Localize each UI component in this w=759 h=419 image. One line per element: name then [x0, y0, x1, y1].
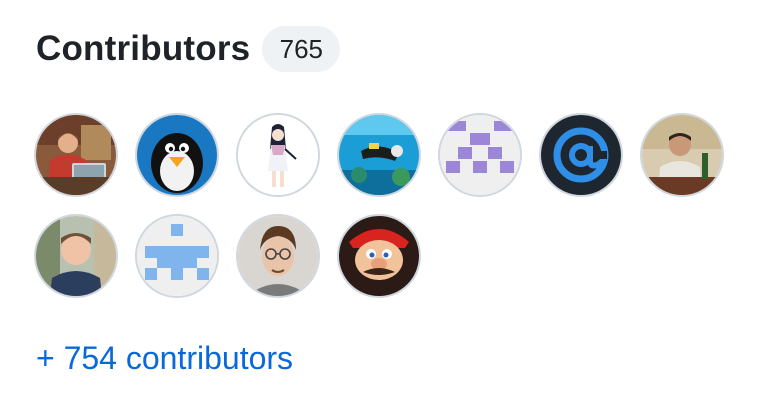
- contributors-header: Contributors 765: [36, 24, 341, 74]
- avatar-photo-kid-laptop[interactable]: [34, 113, 118, 197]
- contributors-title[interactable]: Contributors: [36, 29, 250, 69]
- avatar-identicon-purple[interactable]: [438, 113, 522, 197]
- more-contributors-link[interactable]: + 754 contributors: [36, 340, 293, 377]
- avatar-row: [34, 113, 734, 197]
- avatar-mario[interactable]: [337, 214, 421, 298]
- avatar-row: [34, 214, 734, 298]
- avatar-penguin[interactable]: [135, 113, 219, 197]
- avatar-photo-man-glasses[interactable]: [236, 214, 320, 298]
- avatar-underwater-diver[interactable]: [337, 113, 421, 197]
- avatar-photo-man-table[interactable]: [640, 113, 724, 197]
- avatar-anime-character[interactable]: [236, 113, 320, 197]
- avatar-photo-man-smiling[interactable]: [34, 214, 118, 298]
- avatar-grid: [34, 113, 734, 315]
- contributors-count-badge: 765: [262, 26, 341, 72]
- avatar-at-sign[interactable]: [539, 113, 623, 197]
- contributors-widget: Contributors 765 + 754 contributors: [0, 0, 759, 419]
- avatar-identicon-blue[interactable]: [135, 214, 219, 298]
